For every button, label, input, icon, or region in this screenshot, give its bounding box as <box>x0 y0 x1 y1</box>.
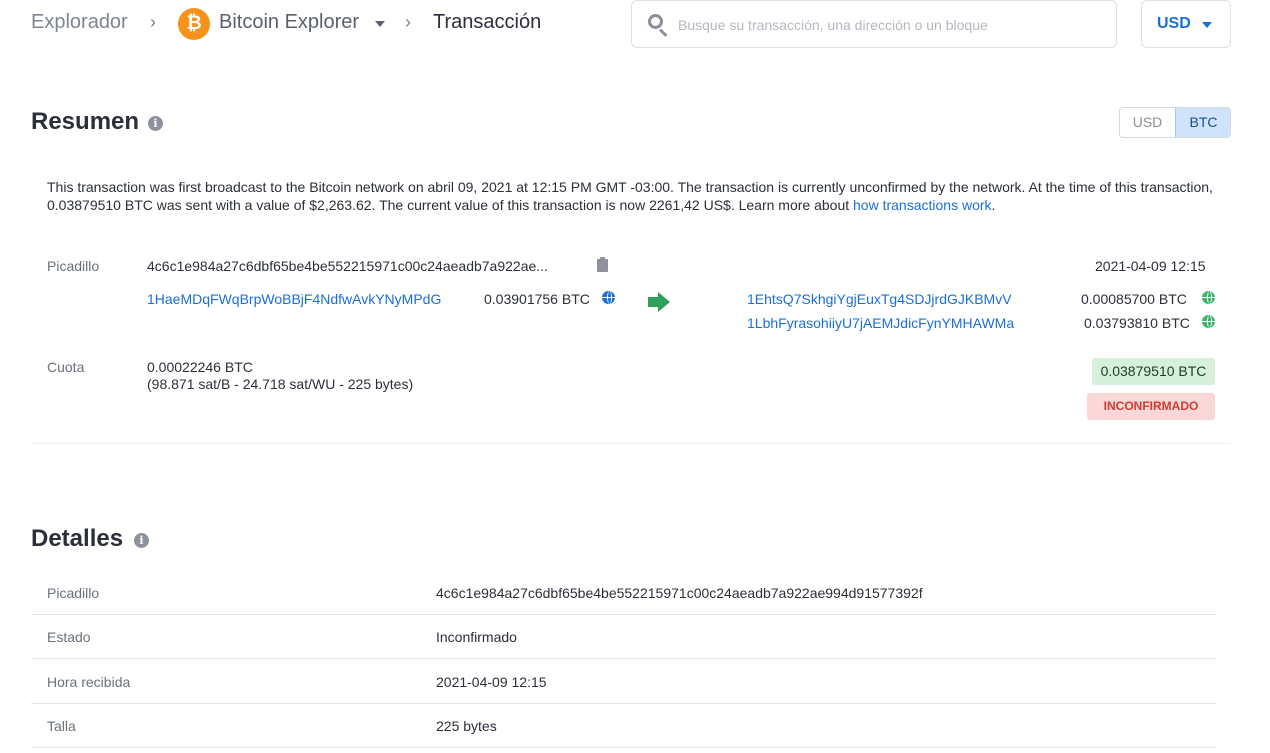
toggle-usd[interactable]: USD <box>1120 108 1175 137</box>
total-amount-badge: 0.03879510 BTC <box>1092 358 1215 385</box>
toggle-btc[interactable]: BTC <box>1175 108 1230 137</box>
summary-title: Resumen <box>31 108 140 135</box>
output-address[interactable]: 1LbhFyrasohiiyU7jAEMJdicFynYMHAWMa <box>747 315 1014 331</box>
globe-icon[interactable] <box>1202 315 1215 328</box>
details-row-hash: Picadillo 4c6c1e984a27c6dbf65be4be552215… <box>31 571 1216 615</box>
output-amount: 0.00085700 BTC <box>1081 291 1187 307</box>
search-icon <box>648 14 668 37</box>
header: Explorador › ₿ Bitcoin Explorer › Transa… <box>0 0 1270 60</box>
details-value: 2021-04-09 12:15 <box>436 674 547 690</box>
details-value: Inconfirmado <box>436 629 517 645</box>
fee-detail: (98.871 sat/B - 24.718 sat/WU - 225 byte… <box>147 376 414 392</box>
breadcrumb-explorer[interactable]: Explorador <box>31 11 128 34</box>
globe-icon[interactable] <box>602 291 615 304</box>
details-value: 225 bytes <box>436 718 497 734</box>
currency-selector-label: USD <box>1157 15 1191 32</box>
unit-toggle: USD BTC <box>1119 107 1231 138</box>
chevron-right-icon: › <box>150 12 156 32</box>
details-row-received: Hora recibida 2021-04-09 12:15 <box>31 660 1216 704</box>
details-row-size: Talla 225 bytes <box>31 704 1216 748</box>
summary-text: This transaction was first broadcast to … <box>47 178 1227 214</box>
details-key: Picadillo <box>47 585 100 601</box>
clipboard-icon[interactable] <box>597 257 608 272</box>
bitcoin-logo-icon: ₿ <box>178 8 210 40</box>
hash-value: 4c6c1e984a27c6dbf65be4be552215971c00c24a… <box>147 258 548 274</box>
details-key: Talla <box>47 718 76 734</box>
details-row-status: Estado Inconfirmado <box>31 615 1216 659</box>
arrow-right-icon <box>648 292 670 312</box>
breadcrumb-network-dropdown[interactable]: Bitcoin Explorer <box>219 11 359 34</box>
details-title: Detalles <box>31 525 124 552</box>
input-amount: 0.03901756 BTC <box>484 291 590 307</box>
status-badge: INCONFIRMADO <box>1087 393 1215 420</box>
fee-label: Cuota <box>47 359 85 375</box>
search-input[interactable]: Busque su transacción, una dirección o u… <box>678 17 988 33</box>
summary-text-end: . <box>991 197 996 213</box>
timestamp: 2021-04-09 12:15 <box>1095 258 1206 274</box>
info-icon[interactable]: i <box>148 116 163 131</box>
chevron-right-icon: › <box>405 12 411 32</box>
search-box[interactable]: Busque su transacción, una dirección o u… <box>631 0 1117 48</box>
info-icon[interactable]: i <box>134 533 149 548</box>
currency-selector[interactable]: USD <box>1141 0 1231 48</box>
caret-down-icon[interactable] <box>375 21 385 27</box>
breadcrumb-current: Transacción <box>433 11 542 33</box>
details-value: 4c6c1e984a27c6dbf65be4be552215971c00c24a… <box>436 585 923 601</box>
hash-label: Picadillo <box>47 258 100 274</box>
caret-down-icon <box>1202 22 1212 28</box>
summary-text-body: This transaction was first broadcast to … <box>47 179 1213 213</box>
learn-more-link[interactable]: how transactions work <box>853 197 992 213</box>
details-key: Estado <box>47 629 91 645</box>
output-address[interactable]: 1EhtsQ7SkhgiYgjEuxTg4SDJjrdGJKBMvV <box>747 291 1012 307</box>
section-divider <box>31 443 1231 444</box>
output-amount: 0.03793810 BTC <box>1084 315 1190 331</box>
details-key: Hora recibida <box>47 674 131 690</box>
fee-value: 0.00022246 BTC <box>147 359 253 375</box>
globe-icon[interactable] <box>1202 291 1215 304</box>
input-address[interactable]: 1HaeMDqFWqBrpWoBBjF4NdfwAvkYNyMPdG <box>147 291 441 307</box>
